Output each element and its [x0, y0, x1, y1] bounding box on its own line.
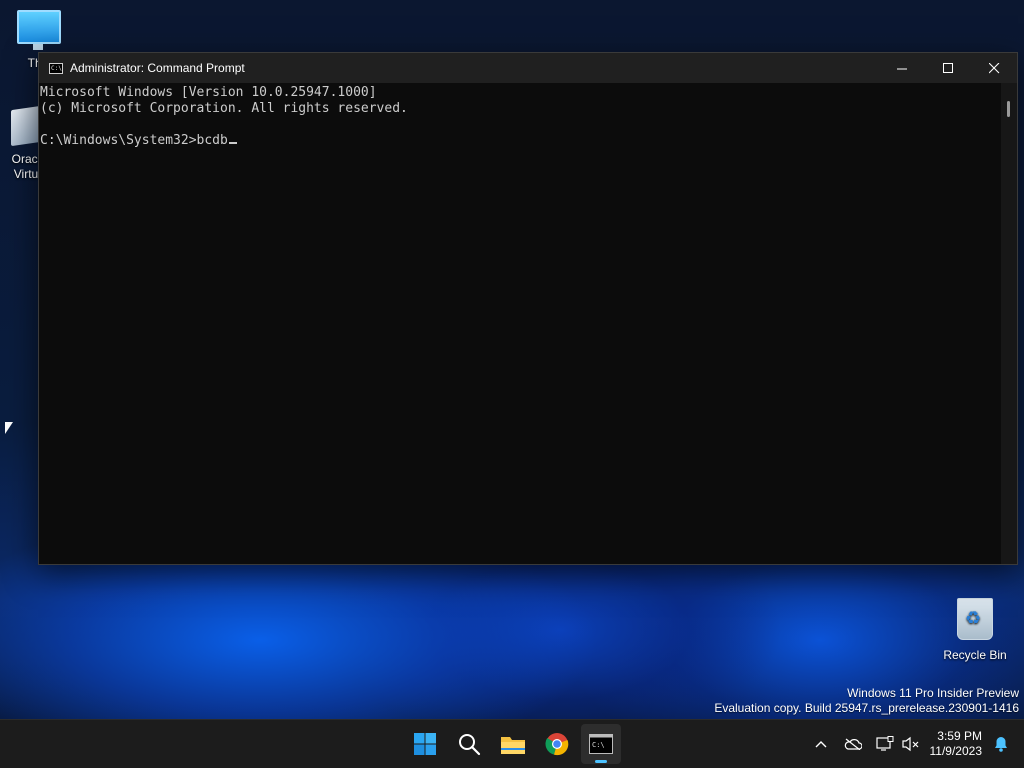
clock-date: 11/9/2023	[929, 744, 983, 758]
show-hidden-icons-button[interactable]	[808, 731, 834, 757]
taskbar-apps: C:\	[405, 724, 621, 764]
onedrive-offline-icon	[844, 738, 862, 750]
console-command: C:\Windows\System32>bcdb	[40, 133, 228, 148]
volume-muted-icon	[901, 736, 918, 752]
vertical-scrollbar[interactable]	[1001, 83, 1017, 564]
maximize-icon	[942, 62, 953, 73]
search-button[interactable]	[449, 724, 489, 764]
monitor-icon	[17, 10, 61, 50]
close-button[interactable]	[971, 53, 1017, 83]
close-icon	[988, 62, 999, 73]
console-output[interactable]: Microsoft Windows [Version 10.0.25947.10…	[39, 83, 1001, 564]
onedrive-button[interactable]	[840, 731, 866, 757]
window-controls	[879, 53, 1017, 83]
volume-button[interactable]	[898, 731, 924, 757]
notifications-button[interactable]	[988, 731, 1014, 757]
console-line: Microsoft Windows [Version 10.0.25947.10…	[40, 85, 377, 100]
console-prompt-line[interactable]: C:\Windows\System32>bcdb	[40, 133, 1001, 149]
command-prompt-icon: C:\	[589, 734, 613, 754]
file-explorer-button[interactable]	[493, 724, 533, 764]
text-cursor	[228, 142, 237, 144]
taskbar: C:\ 3:59 PM 11/9/2023	[0, 719, 1024, 768]
network-button[interactable]	[872, 731, 898, 757]
scrollbar-thumb[interactable]	[1007, 101, 1010, 117]
window-title: Administrator: Command Prompt	[70, 61, 245, 75]
mouse-pointer-icon	[5, 422, 13, 434]
bell-icon	[995, 737, 1007, 752]
window-titlebar[interactable]: C:\ Administrator: Command Prompt	[39, 53, 1017, 83]
chevron-up-icon	[815, 741, 826, 748]
evaluation-watermark: Windows 11 Pro Insider Preview Evaluatio…	[714, 686, 1019, 716]
minimize-button[interactable]	[879, 53, 925, 83]
file-explorer-icon	[501, 737, 525, 754]
clock-time: 3:59 PM	[937, 729, 982, 743]
start-button[interactable]	[405, 724, 445, 764]
chrome-icon	[545, 733, 569, 756]
chrome-button[interactable]	[537, 724, 577, 764]
start-icon	[414, 733, 436, 755]
recycle-bin-icon: ♻	[957, 598, 993, 640]
minimize-icon	[896, 68, 907, 69]
console-line: (c) Microsoft Corporation. All rights re…	[40, 101, 408, 116]
maximize-button[interactable]	[925, 53, 971, 83]
svg-text:C:\: C:\	[592, 741, 605, 749]
system-tray: 3:59 PM 11/9/2023	[808, 720, 1024, 768]
virtualbox-icon	[11, 105, 41, 147]
search-icon	[459, 734, 481, 756]
command-prompt-taskbar-button[interactable]: C:\	[581, 724, 621, 764]
taskbar-clock[interactable]: 3:59 PM 11/9/2023	[930, 729, 983, 759]
desktop-icon-recycle-bin[interactable]: ♻ Recycle Bin	[939, 598, 1011, 662]
command-prompt-window[interactable]: C:\ Administrator: Command Prompt Micros…	[38, 52, 1018, 565]
watermark-build: Evaluation copy. Build 25947.rs_prerelea…	[714, 701, 1019, 715]
watermark-edition: Windows 11 Pro Insider Preview	[847, 686, 1019, 700]
network-icon	[875, 736, 893, 751]
desktop-icon-label: Recycle Bin	[943, 648, 1007, 662]
cmd-app-icon: C:\	[49, 62, 63, 74]
